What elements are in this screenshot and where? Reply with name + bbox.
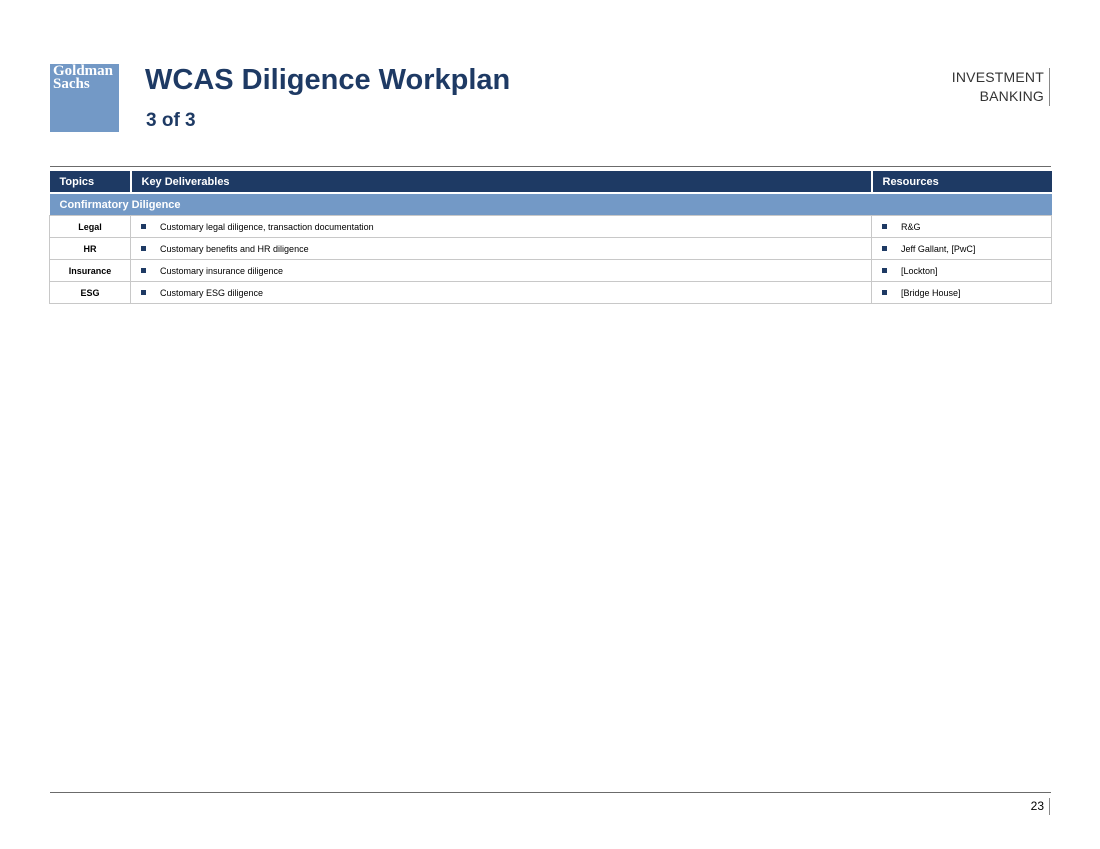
resource-cell: Jeff Gallant, [PwC] [871,237,1052,260]
table-row: Legal Customary legal diligence, transac… [49,215,1052,238]
workplan-table: Topics Key Deliverables Resources Confir… [49,171,1052,304]
topic-cell: Legal [49,215,131,238]
topic-cell: ESG [49,281,131,304]
division-line-1: INVESTMENT [951,69,1044,85]
deliverable-cell: Customary insurance diligence [130,259,872,282]
resource-cell: R&G [871,215,1052,238]
resource-text: R&G [901,221,921,232]
table-row: Insurance Customary insurance diligence … [49,259,1052,282]
deliverable-cell: Customary ESG diligence [130,281,872,304]
page-title: WCAS Diligence Workplan [145,64,511,96]
section-label: Confirmatory Diligence [49,192,1052,216]
resource-text: [Bridge House] [901,287,961,298]
footer-divider [50,792,1051,793]
deliverable-text: Customary legal diligence, transaction d… [160,221,374,232]
deliverable-text: Customary benefits and HR diligence [160,243,309,254]
division-label: INVESTMENT BANKING [952,68,1050,106]
resource-cell: [Bridge House] [871,281,1052,304]
topic-cell: HR [49,237,131,260]
logo-line-2: Sachs [53,76,90,92]
deliverable-cell: Customary benefits and HR diligence [130,237,872,260]
division-line-2: BANKING [979,88,1044,104]
square-bullet-icon [882,223,887,229]
square-bullet-icon [141,267,146,273]
square-bullet-icon [141,223,146,229]
column-header-resources: Resources [871,171,1052,193]
header-divider [50,166,1051,167]
square-bullet-icon [882,289,887,295]
column-header-key-deliverables: Key Deliverables [130,171,873,193]
section-row: Confirmatory Diligence [49,192,1052,216]
topic-cell: Insurance [49,259,131,282]
square-bullet-icon [882,245,887,251]
square-bullet-icon [882,267,887,273]
resource-text: [Lockton] [901,265,938,276]
square-bullet-icon [141,245,146,251]
deliverable-text: Customary insurance diligence [160,265,284,276]
table-header-row: Topics Key Deliverables Resources [49,171,1052,193]
resource-text: Jeff Gallant, [PwC] [901,243,976,254]
resource-cell: [Lockton] [871,259,1052,282]
square-bullet-icon [141,289,146,295]
table-row: ESG Customary ESG diligence [Bridge Hous… [49,281,1052,304]
goldman-sachs-logo: Goldman Sachs [50,64,119,132]
table-row: HR Customary benefits and HR diligence J… [49,237,1052,260]
deliverable-text: Customary ESG diligence [160,287,264,298]
page-number: 23 [1031,798,1050,815]
deliverable-cell: Customary legal diligence, transaction d… [130,215,872,238]
column-header-topics: Topics [49,171,132,193]
page-subtitle: 3 of 3 [146,110,196,131]
